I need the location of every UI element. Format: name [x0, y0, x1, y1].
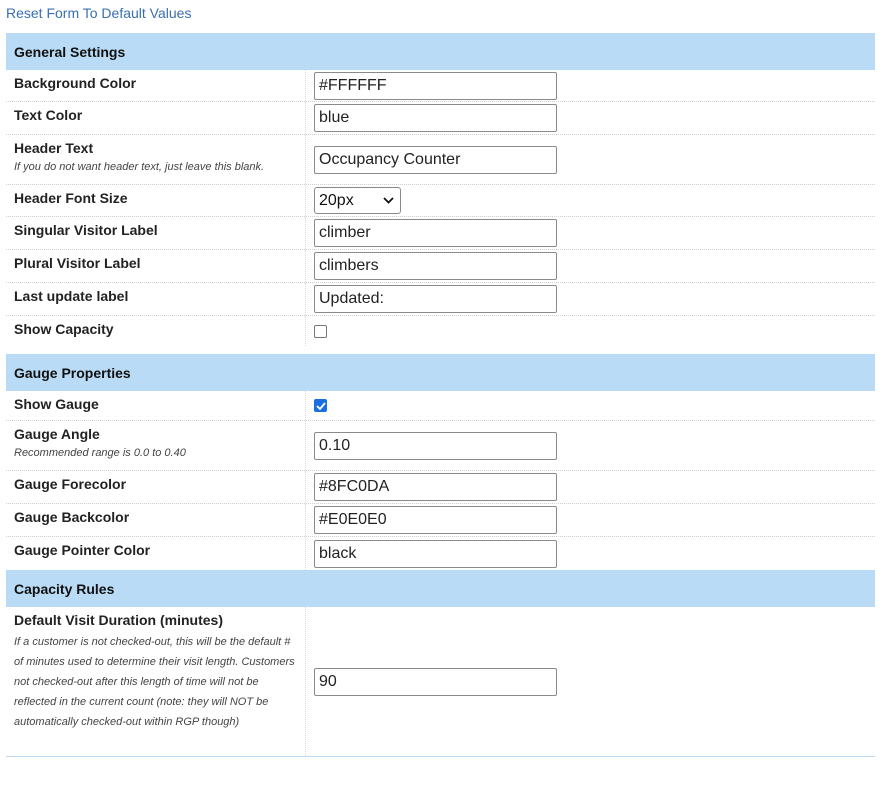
- row-gauge-pointer-color: Gauge Pointer Color: [6, 537, 875, 570]
- background-color-input[interactable]: [314, 71, 557, 100]
- gauge-angle-input[interactable]: [314, 431, 557, 460]
- plural-label-input[interactable]: [314, 252, 557, 280]
- gauge-forecolor-label: Gauge Forecolor: [14, 476, 127, 492]
- gauge-backcolor-input[interactable]: [314, 506, 557, 534]
- settings-form: General Settings Background Color Text C…: [6, 33, 875, 757]
- row-header-text: Header Text If you do not want header te…: [6, 135, 875, 185]
- background-color-label: Background Color: [14, 75, 137, 91]
- header-font-size-select[interactable]: 20px: [314, 187, 401, 214]
- plural-label-label: Plural Visitor Label: [14, 255, 141, 271]
- row-gauge-backcolor: Gauge Backcolor: [6, 504, 875, 537]
- show-gauge-checkbox[interactable]: [314, 399, 327, 412]
- section-header-capacity: Capacity Rules: [6, 570, 875, 607]
- show-gauge-label: Show Gauge: [14, 396, 99, 412]
- singular-label-label: Singular Visitor Label: [14, 222, 158, 238]
- gauge-angle-label: Gauge Angle: [14, 426, 100, 442]
- gauge-angle-hint: Recommended range is 0.0 to 0.40: [14, 447, 186, 459]
- row-gauge-angle: Gauge Angle Recommended range is 0.0 to …: [6, 421, 875, 471]
- show-capacity-checkbox[interactable]: [314, 324, 327, 338]
- gauge-backcolor-label: Gauge Backcolor: [14, 509, 130, 525]
- header-text-input[interactable]: [314, 145, 557, 174]
- last-update-label-label: Last update label: [14, 288, 129, 304]
- header-font-size-label: Header Font Size: [14, 190, 128, 206]
- row-background-color: Background Color: [6, 70, 875, 102]
- show-capacity-label: Show Capacity: [14, 321, 114, 337]
- row-last-update-label: Last update label: [6, 283, 875, 316]
- visit-duration-input[interactable]: [314, 667, 557, 696]
- chevron-down-icon: [383, 195, 394, 207]
- row-gauge-forecolor: Gauge Forecolor: [6, 471, 875, 504]
- gauge-pointer-color-label: Gauge Pointer Color: [14, 542, 151, 558]
- row-visit-duration: Default Visit Duration (minutes) If a cu…: [6, 607, 875, 757]
- section-header-gauge: Gauge Properties: [6, 354, 875, 391]
- row-plural-label: Plural Visitor Label: [6, 250, 875, 283]
- header-text-hint: If you do not want header text, just lea…: [14, 161, 265, 173]
- section-header-general: General Settings: [6, 33, 875, 70]
- singular-label-input[interactable]: [314, 219, 557, 247]
- row-text-color: Text Color: [6, 102, 875, 135]
- row-show-gauge: Show Gauge: [6, 391, 875, 421]
- header-font-size-value: 20px: [319, 191, 354, 209]
- last-update-label-input[interactable]: [314, 285, 557, 313]
- row-header-font-size: Header Font Size 20px: [6, 185, 875, 217]
- visit-duration-hint: If a customer is not checked-out, this w…: [14, 636, 295, 728]
- row-show-capacity: Show Capacity: [6, 316, 875, 346]
- reset-form-link[interactable]: Reset Form To Default Values: [6, 5, 191, 21]
- gauge-forecolor-input[interactable]: [314, 473, 557, 501]
- text-color-label: Text Color: [14, 107, 83, 123]
- row-singular-label: Singular Visitor Label: [6, 217, 875, 250]
- visit-duration-label: Default Visit Duration (minutes): [14, 612, 223, 628]
- gauge-pointer-color-input[interactable]: [314, 539, 557, 568]
- header-text-label: Header Text: [14, 140, 94, 156]
- text-color-input[interactable]: [314, 104, 557, 132]
